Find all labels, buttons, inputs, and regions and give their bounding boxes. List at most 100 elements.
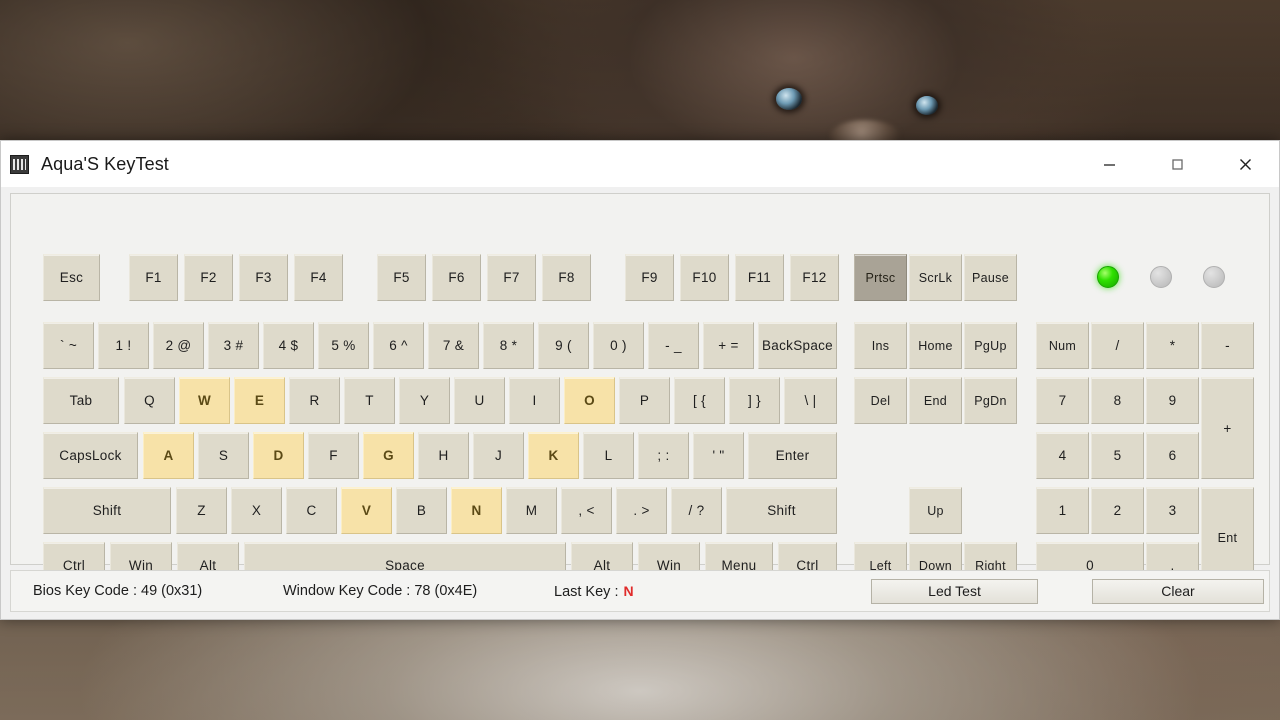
key-b[interactable]: B [396,487,447,534]
key-m[interactable]: M [506,487,557,534]
key-shift-left[interactable]: Shift [43,487,171,534]
key-d[interactable]: D [253,432,304,479]
key-prtsc[interactable]: Prtsc [854,254,907,301]
key-l[interactable]: L [583,432,634,479]
key-slash[interactable]: / ? [671,487,722,534]
key-o[interactable]: O [564,377,615,424]
key-backspace[interactable]: BackSpace [758,322,837,369]
key-q[interactable]: Q [124,377,175,424]
led-test-button[interactable]: Led Test [871,578,1038,604]
key-5[interactable]: 5 % [318,322,369,369]
key-numpad-1[interactable]: 1 [1036,487,1089,534]
window-key-code-label: Window Key Code : 78 (0x4E) [283,583,478,599]
key-6[interactable]: 6 ^ [373,322,424,369]
key-numpad-multiply[interactable]: * [1146,322,1199,369]
key-e[interactable]: E [234,377,285,424]
key-numpad-5[interactable]: 5 [1091,432,1144,479]
key-0[interactable]: 0 ) [593,322,644,369]
key-f9[interactable]: F9 [625,254,674,301]
key-backtick[interactable]: ` ~ [43,322,94,369]
key-arrow-up[interactable]: Up [909,487,962,534]
key-f6[interactable]: F6 [432,254,481,301]
key-f4[interactable]: F4 [294,254,343,301]
minimize-icon[interactable] [1075,141,1143,187]
key-numpad-7[interactable]: 7 [1036,377,1089,424]
key-end[interactable]: End [909,377,962,424]
key-f11[interactable]: F11 [735,254,784,301]
key-3[interactable]: 3 # [208,322,259,369]
key-f10[interactable]: F10 [680,254,729,301]
key-y[interactable]: Y [399,377,450,424]
key-f2[interactable]: F2 [184,254,233,301]
key-x[interactable]: X [231,487,282,534]
key-a[interactable]: A [143,432,194,479]
keyboard-panel: Esc F1 F2 F3 F4 F5 F6 F7 F8 F9 F10 F11 F… [10,193,1270,589]
key-tab[interactable]: Tab [43,377,119,424]
key-pgup[interactable]: PgUp [964,322,1017,369]
key-pgdn[interactable]: PgDn [964,377,1017,424]
close-icon[interactable] [1211,141,1279,187]
key-numpad-4[interactable]: 4 [1036,432,1089,479]
key-numlock[interactable]: Num [1036,322,1089,369]
key-scrlk[interactable]: ScrLk [909,254,962,301]
key-del[interactable]: Del [854,377,907,424]
key-quote[interactable]: ' " [693,432,744,479]
key-numpad-add[interactable]: + [1201,377,1254,479]
key-numpad-3[interactable]: 3 [1146,487,1199,534]
key-2[interactable]: 2 @ [153,322,204,369]
key-f[interactable]: F [308,432,359,479]
key-t[interactable]: T [344,377,395,424]
key-esc[interactable]: Esc [43,254,100,301]
key-p[interactable]: P [619,377,670,424]
key-bracket-left[interactable]: [ { [674,377,725,424]
key-semicolon[interactable]: ; : [638,432,689,479]
app-grid-icon [10,154,29,174]
key-s[interactable]: S [198,432,249,479]
key-numpad-2[interactable]: 2 [1091,487,1144,534]
key-equals[interactable]: + = [703,322,754,369]
key-enter[interactable]: Enter [748,432,837,479]
key-capslock[interactable]: CapsLock [43,432,138,479]
key-comma[interactable]: , < [561,487,612,534]
key-numpad-divide[interactable]: / [1091,322,1144,369]
key-v[interactable]: V [341,487,392,534]
key-f12[interactable]: F12 [790,254,839,301]
key-c[interactable]: C [286,487,337,534]
key-numpad-8[interactable]: 8 [1091,377,1144,424]
key-pause[interactable]: Pause [964,254,1017,301]
key-f1[interactable]: F1 [129,254,178,301]
key-period[interactable]: . > [616,487,667,534]
clear-button[interactable]: Clear [1092,578,1264,604]
key-9[interactable]: 9 ( [538,322,589,369]
key-n[interactable]: N [451,487,502,534]
title-bar[interactable]: Aqua'S KeyTest [1,141,1279,187]
key-i[interactable]: I [509,377,560,424]
key-k[interactable]: K [528,432,579,479]
key-h[interactable]: H [418,432,469,479]
key-u[interactable]: U [454,377,505,424]
key-8[interactable]: 8 * [483,322,534,369]
key-f8[interactable]: F8 [542,254,591,301]
key-z[interactable]: Z [176,487,227,534]
key-j[interactable]: J [473,432,524,479]
maximize-icon[interactable] [1143,141,1211,187]
key-ins[interactable]: Ins [854,322,907,369]
key-f5[interactable]: F5 [377,254,426,301]
key-home[interactable]: Home [909,322,962,369]
key-numpad-subtract[interactable]: - [1201,322,1254,369]
key-bracket-right[interactable]: ] } [729,377,780,424]
key-shift-right[interactable]: Shift [726,487,837,534]
key-g[interactable]: G [363,432,414,479]
key-minus[interactable]: - _ [648,322,699,369]
key-backslash[interactable]: \ | [784,377,837,424]
bios-key-code-label: Bios Key Code : 49 (0x31) [33,583,203,599]
key-4[interactable]: 4 $ [263,322,314,369]
key-r[interactable]: R [289,377,340,424]
key-7[interactable]: 7 & [428,322,479,369]
key-f3[interactable]: F3 [239,254,288,301]
key-numpad-9[interactable]: 9 [1146,377,1199,424]
key-w[interactable]: W [179,377,230,424]
key-f7[interactable]: F7 [487,254,536,301]
key-1[interactable]: 1 ! [98,322,149,369]
key-numpad-6[interactable]: 6 [1146,432,1199,479]
